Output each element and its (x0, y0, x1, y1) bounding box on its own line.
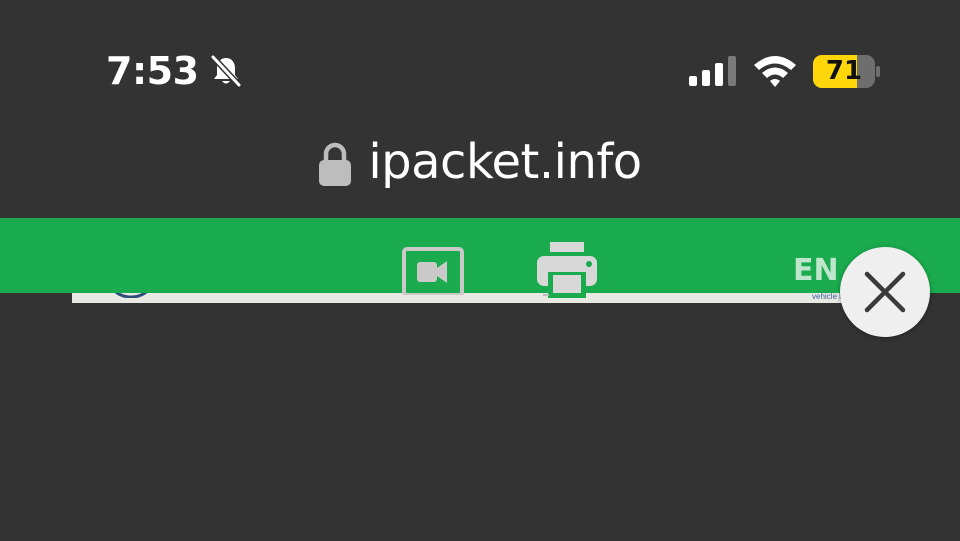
url-text[interactable]: ipacket.info (368, 132, 642, 192)
screen: 7:53 71 ipacket.info EN vehicle h (0, 0, 960, 541)
cellular-signal-icon (689, 56, 736, 86)
seal-logo-icon (114, 293, 148, 298)
lock-icon (319, 142, 352, 186)
battery-percent: 71 (825, 56, 863, 86)
language-switch[interactable]: EN (793, 252, 839, 290)
close-button[interactable] (840, 247, 930, 337)
status-time: 7:53 (106, 49, 199, 93)
wifi-icon (754, 56, 796, 87)
video-camera-icon[interactable] (402, 247, 464, 295)
printer-icon[interactable] (536, 242, 598, 302)
close-icon (864, 271, 906, 313)
language-caption: vehicle h (812, 292, 844, 301)
address-bar[interactable]: ipacket.info (0, 132, 960, 192)
bell-slash-icon (210, 54, 242, 88)
